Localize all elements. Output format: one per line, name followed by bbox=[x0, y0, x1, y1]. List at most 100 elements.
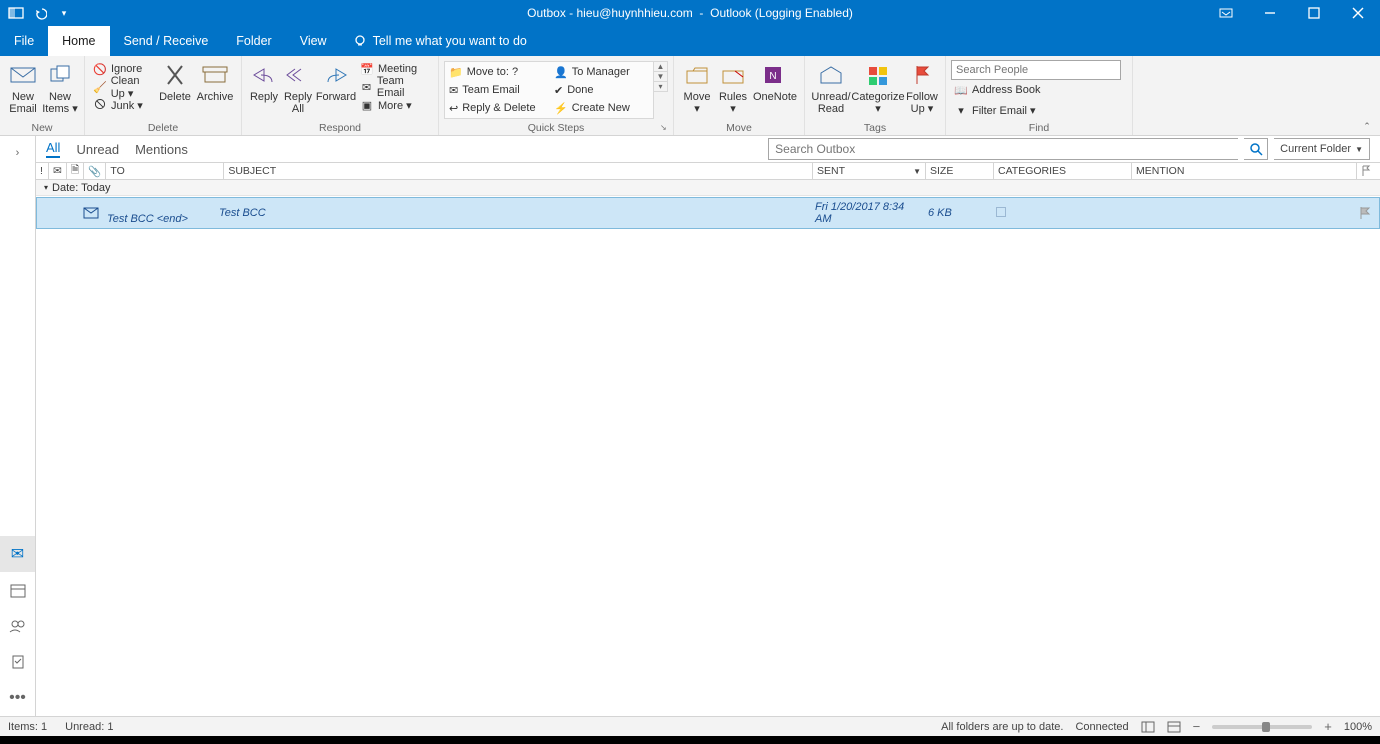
collapse-ribbon-icon[interactable]: ⌃ bbox=[1360, 119, 1374, 133]
onenote-button[interactable]: N OneNote bbox=[751, 58, 799, 103]
search-outbox-input[interactable] bbox=[768, 138, 1238, 160]
taskbar-sliver bbox=[0, 736, 1380, 744]
msg-flag-icon[interactable] bbox=[1355, 206, 1379, 220]
minimize-icon[interactable] bbox=[1248, 0, 1292, 26]
search-people-input[interactable] bbox=[951, 60, 1121, 80]
close-icon[interactable] bbox=[1336, 0, 1380, 26]
new-items-button[interactable]: New Items ▾ bbox=[41, 58, 79, 115]
ribbon-display-icon[interactable] bbox=[1204, 0, 1248, 26]
group-label-move: Move bbox=[674, 122, 804, 134]
quick-step-moveto[interactable]: 📁Move to: ? bbox=[446, 63, 551, 81]
col-importance-icon[interactable]: ! bbox=[36, 163, 48, 179]
col-icon-icon[interactable]: 🗎 bbox=[66, 163, 83, 179]
view-normal-icon[interactable] bbox=[1141, 721, 1155, 733]
quick-steps-scrollbar[interactable]: ▲ ▼ ▾ bbox=[654, 61, 668, 92]
quick-access-toolbar: ▾ bbox=[0, 5, 80, 21]
msg-size: 6 KB bbox=[924, 207, 992, 219]
undo-icon[interactable] bbox=[32, 5, 48, 21]
zoom-slider[interactable] bbox=[1212, 725, 1312, 729]
reply-icon bbox=[249, 60, 279, 90]
nav-people-icon[interactable] bbox=[0, 608, 35, 644]
msg-subject: Test BCC bbox=[215, 207, 811, 219]
nav-calendar-icon[interactable] bbox=[0, 572, 35, 608]
expand-folder-pane-icon[interactable]: › bbox=[0, 136, 35, 170]
filter-unread[interactable]: Unread bbox=[76, 142, 119, 157]
zoom-in-icon[interactable]: + bbox=[1324, 719, 1332, 734]
qat-customize-icon[interactable]: ▾ bbox=[56, 5, 72, 21]
team-email-button[interactable]: ✉Team Email bbox=[357, 78, 433, 96]
col-subject[interactable]: SUBJECT bbox=[223, 163, 812, 179]
move-button[interactable]: Move ▾ bbox=[679, 58, 715, 115]
tell-me-search[interactable]: Tell me what you want to do bbox=[341, 26, 539, 56]
unread-read-button[interactable]: Unread/ Read bbox=[810, 58, 852, 115]
address-book-button[interactable]: 📖Address Book bbox=[951, 80, 1127, 100]
col-sent[interactable]: SENT▼ bbox=[812, 163, 925, 179]
chevron-up-icon[interactable]: ▲ bbox=[654, 62, 667, 72]
col-categories[interactable]: CATEGORIES bbox=[993, 163, 1131, 179]
window-buttons bbox=[1204, 0, 1380, 26]
reply-delete-icon: ↩ bbox=[449, 102, 458, 115]
col-reminder-icon[interactable]: ✉ bbox=[48, 163, 66, 179]
search-scope-dropdown[interactable]: Current Folder▼ bbox=[1274, 138, 1370, 160]
quick-steps-dialog-launcher-icon[interactable]: ↘ bbox=[660, 123, 670, 133]
tab-home[interactable]: Home bbox=[48, 26, 109, 56]
tab-send-receive[interactable]: Send / Receive bbox=[110, 26, 223, 56]
reply-all-button[interactable]: Reply All bbox=[281, 58, 315, 115]
chevron-down-icon[interactable]: ▼ bbox=[654, 72, 667, 82]
quick-step-tomanager[interactable]: 👤To Manager bbox=[551, 63, 646, 81]
rules-icon bbox=[718, 60, 748, 90]
new-email-button[interactable]: New Email bbox=[5, 58, 41, 115]
content-body: › ✉ ••• All Unread Mentions Current Fold… bbox=[0, 136, 1380, 716]
more-icon: ▣ bbox=[360, 98, 374, 112]
expand-gallery-icon[interactable]: ▾ bbox=[654, 82, 667, 91]
nav-mail-icon[interactable]: ✉ bbox=[0, 536, 35, 572]
col-to[interactable]: TO bbox=[105, 163, 223, 179]
clean-up-button[interactable]: 🧹Clean Up ▾ bbox=[90, 78, 156, 96]
group-header-today[interactable]: ▾ Date: Today bbox=[36, 180, 1380, 196]
group-tags: Unread/ Read Categorize ▾ Follow Up ▾ Ta… bbox=[805, 56, 946, 135]
status-connected: Connected bbox=[1075, 721, 1128, 733]
title-email: hieu@huynhhieu.com bbox=[577, 6, 693, 20]
col-mention[interactable]: MENTION bbox=[1131, 163, 1356, 179]
quick-steps-gallery[interactable]: 📁Move to: ? 👤To Manager ✉Team Email ✔Don… bbox=[444, 61, 654, 119]
quick-step-replydel[interactable]: ↩Reply & Delete bbox=[446, 99, 551, 117]
archive-button[interactable]: Archive bbox=[194, 58, 236, 103]
ribbon: New Email New Items ▾ New 🚫Ignore 🧹Clean… bbox=[0, 56, 1380, 136]
zoom-out-icon[interactable]: − bbox=[1193, 719, 1201, 734]
reply-button[interactable]: Reply bbox=[247, 58, 281, 103]
junk-button[interactable]: 🛇Junk ▾ bbox=[90, 96, 156, 114]
check-icon: ✔ bbox=[554, 84, 563, 97]
broom-icon: 🧹 bbox=[93, 80, 107, 94]
message-row[interactable]: Test BCC <end> Test BCC Fri 1/20/2017 8:… bbox=[36, 197, 1380, 229]
quick-step-done[interactable]: ✔Done bbox=[551, 81, 646, 99]
filter-all[interactable]: All bbox=[46, 140, 60, 158]
quick-step-create[interactable]: ⚡Create New bbox=[551, 99, 646, 117]
search-icon[interactable] bbox=[1244, 138, 1268, 160]
col-attachment-icon[interactable]: 📎 bbox=[83, 163, 105, 179]
rules-button[interactable]: Rules ▾ bbox=[715, 58, 751, 115]
lightbulb-icon bbox=[353, 34, 367, 48]
folder-move-icon bbox=[682, 60, 712, 90]
nav-more-icon[interactable]: ••• bbox=[0, 680, 35, 716]
maximize-icon[interactable] bbox=[1292, 0, 1336, 26]
view-reading-icon[interactable] bbox=[1167, 721, 1181, 733]
follow-up-button[interactable]: Follow Up ▾ bbox=[904, 58, 940, 115]
categorize-button[interactable]: Categorize ▾ bbox=[852, 58, 904, 115]
nav-tasks-icon[interactable] bbox=[0, 644, 35, 680]
delete-button[interactable]: Delete bbox=[156, 58, 194, 103]
new-items-icon bbox=[45, 60, 75, 90]
tab-file[interactable]: File bbox=[0, 26, 48, 56]
ribbon-tabs: File Home Send / Receive Folder View Tel… bbox=[0, 26, 1380, 56]
quick-step-team[interactable]: ✉Team Email bbox=[446, 81, 551, 99]
respond-more-button[interactable]: ▣More ▾ bbox=[357, 96, 433, 114]
app-icon bbox=[8, 5, 24, 21]
tab-view[interactable]: View bbox=[286, 26, 341, 56]
message-list-area: All Unread Mentions Current Folder▼ ! ✉ … bbox=[36, 136, 1380, 716]
filter-mentions[interactable]: Mentions bbox=[135, 142, 188, 157]
col-flag-icon[interactable] bbox=[1356, 163, 1380, 179]
outgoing-mail-icon bbox=[83, 207, 99, 219]
tab-folder[interactable]: Folder bbox=[222, 26, 285, 56]
filter-email-button[interactable]: ▾Filter Email ▾ bbox=[951, 100, 1127, 120]
col-size[interactable]: SIZE bbox=[925, 163, 993, 179]
forward-button[interactable]: Forward bbox=[315, 58, 357, 103]
